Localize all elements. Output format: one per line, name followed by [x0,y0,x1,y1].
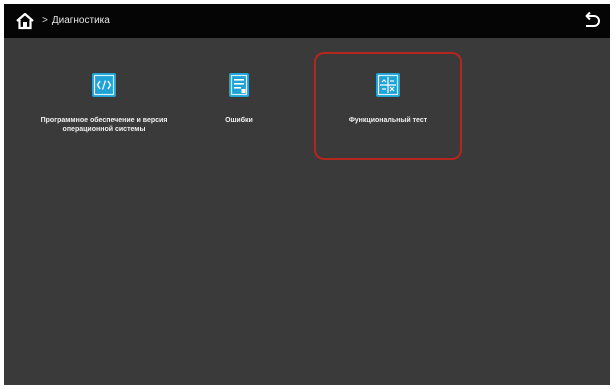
device-screen: > Диагностика Программное обеспечение и в… [4,4,610,385]
tile-functional-test[interactable]: Функциональный тест [314,52,462,160]
home-icon [16,12,34,30]
tile-errors[interactable]: Ошибки [194,72,284,192]
tile-label: Ошибки [225,117,253,124]
code-window-icon [92,73,116,97]
top-bar: > Диагностика [4,4,610,38]
back-arrow-icon [585,11,600,27]
breadcrumb: > Диагностика [42,13,110,29]
tile-software-version[interactable]: Программное обеспечение и версия операци… [29,72,179,192]
tile-label: Функциональный тест [348,117,428,124]
grid-test-icon [376,73,400,97]
back-button[interactable] [580,10,602,32]
breadcrumb-current[interactable]: Диагностика [52,15,110,26]
breadcrumb-separator: > [42,15,48,26]
tile-label: Программное обеспечение и версия операци… [40,117,168,133]
document-list-icon [229,73,249,97]
home-button[interactable] [14,10,36,32]
